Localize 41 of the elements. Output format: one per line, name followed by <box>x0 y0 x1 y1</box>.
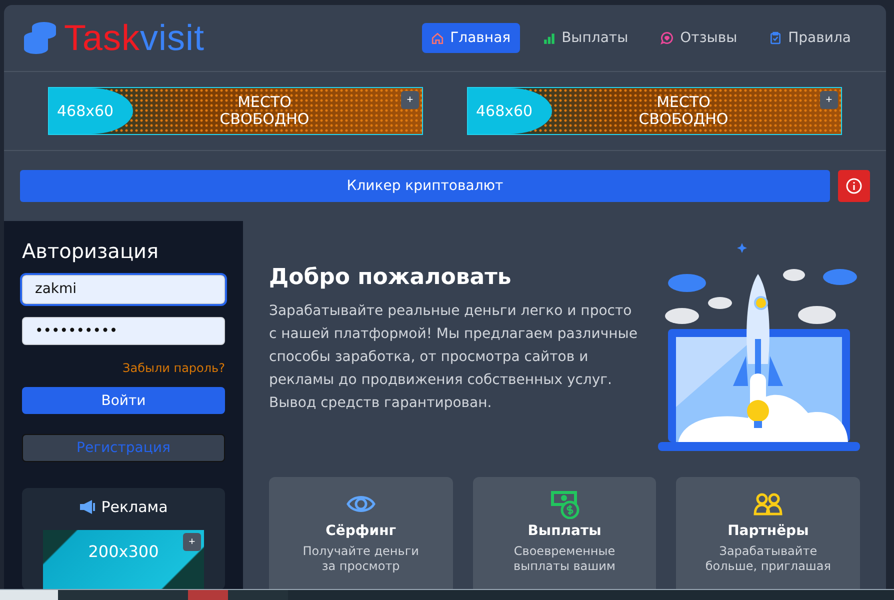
info-button[interactable] <box>838 170 870 202</box>
home-icon <box>431 32 444 44</box>
megaphone-icon <box>79 500 96 514</box>
add-button[interactable]: + <box>401 91 419 109</box>
welcome-title: Добро пожаловать <box>269 265 512 290</box>
banner-size: 468x60 <box>468 88 552 134</box>
feature-text: Получайте деньги за просмотр <box>302 544 419 574</box>
banner-text: МЕСТО СВОБОДНО <box>218 94 310 128</box>
clicker-button[interactable]: Кликер криптовалют <box>20 170 830 202</box>
add-button[interactable]: + <box>183 532 201 551</box>
feature-title: Выплаты <box>528 523 602 539</box>
clipboard-icon <box>769 31 782 45</box>
password-field[interactable]: •••••••••• <box>22 316 225 346</box>
feature-text: Своевременные выплаты вашим <box>514 544 616 574</box>
money-icon <box>550 489 580 519</box>
ad-banner[interactable]: 200x300 + <box>43 530 204 590</box>
nav-tab[interactable]: Выплаты <box>534 23 638 53</box>
coin-stack-icon <box>22 21 58 55</box>
banner-size: 200x300 <box>88 542 159 562</box>
bar-chart-icon <box>542 32 556 44</box>
feature-title: Партнёры <box>728 523 809 539</box>
login-button[interactable]: Войти <box>22 387 225 414</box>
ad-banner[interactable]: 468x60 МЕСТО СВОБОДНО + <box>48 87 423 135</box>
nav-tab[interactable]: Правила <box>760 23 860 53</box>
info-icon <box>846 178 862 194</box>
add-button[interactable]: + <box>820 91 838 109</box>
login-title: Авторизация <box>22 239 160 263</box>
ad-banner[interactable]: 468x60 МЕСТО СВОБОДНО + <box>467 87 842 135</box>
welcome-text: Зарабатывайте реальные деньги легко и просто с нашей платформой! Мы предлагаем различные способы заработка, от просмотра сайтов и рекламы до продвижения собственных услуг. Вывод средств гарантирован. <box>269 302 638 413</box>
eye-icon <box>346 493 376 515</box>
banner-text: МЕСТО СВОБОДНО <box>638 94 730 128</box>
username-field[interactable]: zakmi <box>22 275 225 304</box>
nav-tab[interactable]: Главная <box>422 23 520 53</box>
forgot-password-link[interactable]: Забыли пароль? <box>122 361 225 376</box>
chat-heart-icon <box>660 31 674 45</box>
nav-tab[interactable]: Отзывы <box>651 23 746 53</box>
banner-size: 468x60 <box>49 88 133 134</box>
people-icon <box>753 492 784 516</box>
feature-title: Сёрфинг <box>326 523 396 539</box>
ad-title: Реклама <box>101 498 168 516</box>
feature-text: Зарабатывайте больше, приглашая <box>705 544 831 574</box>
